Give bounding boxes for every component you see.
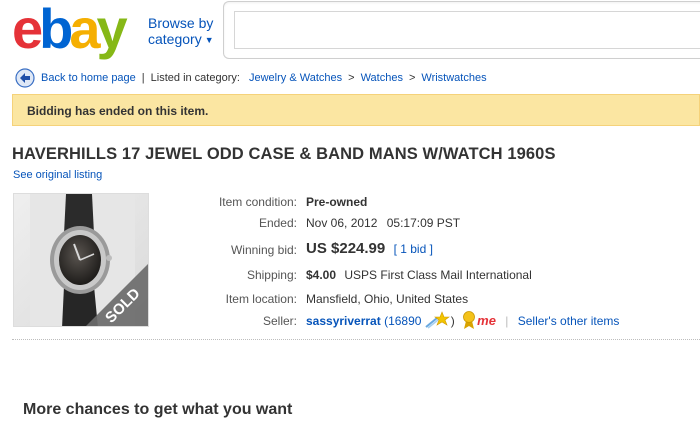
- seller-name-link[interactable]: sassyriverrat: [306, 314, 381, 328]
- me-badge-icon[interactable]: me: [477, 313, 496, 328]
- winning-bid-value: US $224.99 [ 1 bid ]: [306, 240, 433, 257]
- bid-count-link[interactable]: [ 1 bid ]: [394, 242, 433, 256]
- condition-value: Pre-owned: [306, 195, 368, 209]
- breadcrumb-chevron: >: [408, 72, 416, 84]
- winning-bid-label: Winning bid:: [230, 243, 297, 257]
- seller-label: Seller:: [262, 314, 297, 328]
- category-label: category: [148, 31, 202, 47]
- item-title: HAVERHILLS 17 JEWEL ODD CASE & BAND MANS…: [12, 145, 556, 163]
- breadcrumb-item-wristwatches[interactable]: Wristwatches: [421, 72, 486, 84]
- shooting-star-icon[interactable]: [425, 311, 451, 329]
- browse-label: Browse by: [148, 15, 214, 31]
- logo-letter-a: a: [69, 0, 100, 60]
- logo-letter-y: y: [96, 0, 128, 60]
- shipping-value: $4.00 USPS First Class Mail Internationa…: [306, 268, 532, 282]
- item-location-label: Item location:: [225, 292, 297, 306]
- back-arrow-icon[interactable]: [15, 68, 35, 88]
- breadcrumb-divider: |: [141, 72, 145, 84]
- ribbon-badge-icon[interactable]: [462, 311, 476, 329]
- search-bar: [223, 1, 700, 59]
- alert-text: Bidding has ended on this item.: [27, 104, 209, 118]
- ebay-logo[interactable]: ebay: [12, 0, 128, 60]
- search-field-wrapper: [234, 11, 700, 49]
- watch-photo: SOLD: [14, 194, 148, 326]
- section-divider: [12, 339, 700, 340]
- breadcrumb-chevron: >: [348, 72, 355, 84]
- listed-in-label: Listed in category:: [150, 72, 240, 84]
- see-original-listing-link[interactable]: See original listing: [13, 169, 102, 181]
- logo-letter-e: e: [12, 0, 43, 60]
- seller-info: sassyriverrat (16890 ) me | Seller's oth…: [306, 311, 619, 331]
- item-location-value: Mansfield, Ohio, United States: [306, 292, 469, 306]
- chevron-down-icon: ▼: [204, 35, 214, 45]
- winning-price: US $224.99: [306, 240, 386, 257]
- ended-date: Nov 06, 2012: [306, 216, 378, 230]
- ended-value: Nov 06, 2012 05:17:09 PST: [306, 216, 460, 230]
- shipping-cost: $4.00: [306, 268, 337, 282]
- shipping-label: Shipping:: [246, 268, 297, 282]
- seller-divider: |: [505, 314, 509, 328]
- seller-other-items-link[interactable]: Seller's other items: [518, 314, 620, 328]
- more-chances-heading: More chances to get what you want: [23, 401, 293, 418]
- ended-label: Ended:: [258, 216, 297, 230]
- breadcrumb: Back to home page | Listed in category: Je…: [41, 72, 487, 84]
- search-input[interactable]: [235, 12, 697, 46]
- breadcrumb-item-watches[interactable]: Watches: [361, 72, 403, 84]
- browse-by-category-button[interactable]: Browse by category ▼: [148, 15, 214, 48]
- seller-score-close: ): [450, 314, 455, 328]
- back-to-home-link[interactable]: Back to home page: [41, 72, 136, 84]
- seller-feedback-score[interactable]: (16890: [384, 314, 421, 328]
- ended-time: 05:17:09 PST: [386, 216, 461, 230]
- logo-letter-b: b: [39, 0, 73, 60]
- bidding-ended-alert: Bidding has ended on this item.: [12, 94, 700, 126]
- shipping-method: USPS First Class Mail International: [344, 268, 532, 282]
- breadcrumb-item-jewelry-watches[interactable]: Jewelry & Watches: [249, 72, 342, 84]
- condition-label: Item condition:: [218, 195, 297, 209]
- item-image[interactable]: SOLD: [13, 193, 149, 327]
